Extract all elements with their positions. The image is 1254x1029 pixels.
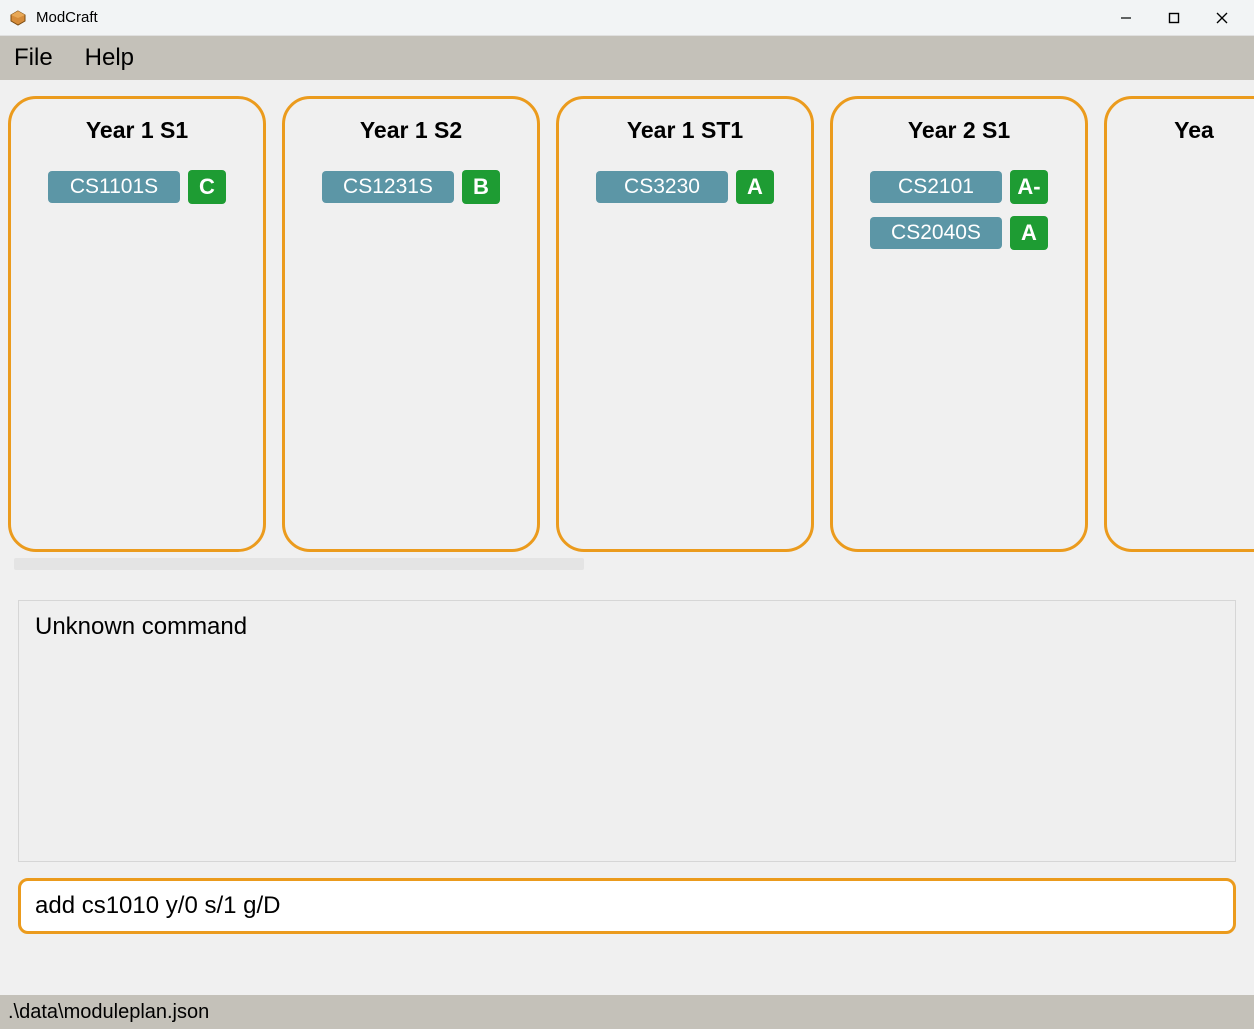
menu-file[interactable]: File (14, 44, 53, 72)
module-code[interactable]: CS3230 (596, 171, 728, 203)
module-code[interactable]: CS1231S (322, 171, 454, 203)
semesters-scroll: Year 1 S1 CS1101S C Year 1 S2 CS1231S B (0, 80, 1254, 576)
module-list: CS1101S C (48, 170, 226, 204)
module-row: CS3230 A (596, 170, 774, 204)
semesters-row: Year 1 S1 CS1101S C Year 1 S2 CS1231S B (0, 96, 1254, 552)
scrollbar-thumb[interactable] (14, 558, 584, 570)
semester-title: Year 1 S2 (360, 117, 462, 144)
module-code[interactable]: CS1101S (48, 171, 180, 203)
maximize-button[interactable] (1150, 0, 1198, 36)
semester-card: Year 2 S1 CS2101 A- CS2040S A (830, 96, 1088, 552)
semester-title: Year 1 ST1 (627, 117, 743, 144)
output-message: Unknown command (35, 613, 247, 640)
output-panel: Unknown command (18, 600, 1236, 862)
semester-card: Year 1 S2 CS1231S B (282, 96, 540, 552)
menubar: File Help (0, 36, 1254, 80)
semester-title: Year 1 S1 (86, 117, 188, 144)
module-code[interactable]: CS2040S (870, 217, 1002, 249)
module-grade: A- (1010, 170, 1048, 204)
close-button[interactable] (1198, 0, 1246, 36)
module-list: CS1231S B (322, 170, 500, 204)
command-input-wrapper[interactable] (18, 878, 1236, 934)
semester-card: Yea (1104, 96, 1254, 552)
module-grade: A (736, 170, 774, 204)
titlebar: ModCraft (0, 0, 1254, 36)
window-title: ModCraft (36, 9, 1102, 26)
module-row: CS2040S A (870, 216, 1048, 250)
module-row: CS1231S B (322, 170, 500, 204)
semester-card: Year 1 ST1 CS3230 A (556, 96, 814, 552)
status-path: .\data\moduleplan.json (8, 1001, 209, 1024)
content-area: Year 1 S1 CS1101S C Year 1 S2 CS1231S B (0, 80, 1254, 995)
menu-help[interactable]: Help (85, 44, 134, 72)
module-grade: B (462, 170, 500, 204)
semester-title: Yea (1174, 117, 1214, 144)
semester-card: Year 1 S1 CS1101S C (8, 96, 266, 552)
statusbar: .\data\moduleplan.json (0, 995, 1254, 1029)
module-grade: C (188, 170, 226, 204)
window-controls (1102, 0, 1246, 36)
module-row: CS1101S C (48, 170, 226, 204)
app-icon (8, 8, 28, 28)
semester-title: Year 2 S1 (908, 117, 1010, 144)
module-list: CS2101 A- CS2040S A (870, 170, 1048, 250)
module-row: CS2101 A- (870, 170, 1048, 204)
horizontal-scrollbar[interactable] (14, 558, 1240, 570)
module-code[interactable]: CS2101 (870, 171, 1002, 203)
minimize-button[interactable] (1102, 0, 1150, 36)
module-list: CS3230 A (596, 170, 774, 204)
module-grade: A (1010, 216, 1048, 250)
command-input[interactable] (35, 892, 1219, 920)
